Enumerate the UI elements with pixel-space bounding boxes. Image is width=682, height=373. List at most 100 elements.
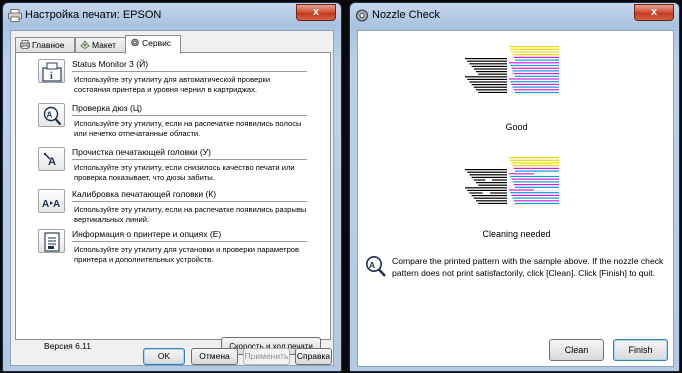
color-nozzle-line — [509, 189, 534, 191]
black-nozzle-line — [465, 58, 507, 60]
dialog-client-area: Главное Макет Сервис i Status Monitor 3 … — [10, 30, 334, 366]
black-nozzle-line — [473, 68, 507, 70]
color-nozzle-line — [512, 165, 559, 167]
layout-icon — [80, 40, 90, 49]
driver-version: Версия 6.11 — [44, 341, 91, 351]
tab-service[interactable]: Сервис — [125, 35, 181, 54]
color-nozzle-line — [509, 62, 559, 64]
color-nozzle-line — [513, 56, 559, 58]
color-nozzle-line — [512, 197, 559, 199]
black-nozzle-line — [465, 187, 507, 189]
head-cleaning-button[interactable]: A — [38, 147, 65, 171]
color-nozzle-line — [512, 181, 559, 183]
instruction-text: Compare the printed pattern with the sam… — [392, 256, 664, 278]
black-nozzle-line — [469, 192, 483, 194]
window-title: Nozzle Check — [372, 9, 440, 21]
tab-main-label: Главное — [32, 40, 65, 50]
black-nozzle-line — [473, 86, 507, 88]
close-icon: x — [650, 6, 658, 18]
black-nozzle-line — [473, 197, 507, 199]
status-monitor-button[interactable]: i — [38, 59, 65, 83]
printer-info-button[interactable] — [38, 229, 65, 253]
color-nozzle-line — [510, 159, 559, 161]
utility-head-alignment: Калибровка печатающей головки (К) Исполь… — [72, 189, 307, 225]
utility-nozzle-check: Проверка дюз (Ц) Используйте эту утилиту… — [72, 103, 307, 139]
nozzle-check-icon — [356, 9, 368, 22]
black-nozzle-line — [473, 179, 486, 181]
black-nozzle-line — [476, 71, 507, 73]
color-nozzle-line — [512, 70, 559, 72]
black-nozzle-line — [467, 78, 507, 80]
utility-description: Используйте эту утилиту, если на распеча… — [74, 205, 307, 224]
black-nozzle-line — [465, 76, 507, 78]
title-bar[interactable]: Nozzle Check x — [350, 3, 679, 29]
printer-info-icon — [44, 232, 60, 252]
utility-title: Status Monitor 3 (Й) — [72, 59, 307, 72]
svg-text:i: i — [50, 71, 53, 82]
help-button[interactable]: Справка — [295, 348, 332, 365]
black-nozzle-line — [492, 179, 507, 181]
svg-text:A: A — [369, 260, 375, 270]
nozzle-check-window: Nozzle Check x Good Cleaning needed A Co… — [349, 2, 680, 372]
nozzle-check-button[interactable]: A — [38, 103, 65, 127]
color-nozzle-line — [511, 67, 559, 69]
apply-button[interactable]: Применить — [243, 348, 290, 365]
color-nozzle-line — [510, 64, 559, 67]
nozzle-check-client-area: Good Cleaning needed A Compare the print… — [357, 30, 674, 367]
black-nozzle-line — [478, 91, 507, 93]
color-nozzle-line — [509, 157, 559, 159]
black-nozzle-line — [469, 63, 507, 65]
title-bar[interactable]: Настройка печати: EPSON x — [3, 3, 341, 29]
service-icon — [131, 38, 139, 47]
color-nozzle-line — [511, 162, 559, 164]
window-title: Настройка печати: EPSON — [25, 9, 162, 21]
color-nozzle-line — [511, 178, 559, 180]
utility-description: Используйте эту утилиту, если снизилось … — [74, 163, 295, 182]
black-nozzle-line — [467, 60, 507, 62]
tab-layout-label: Макет — [92, 40, 117, 50]
cleaning-needed-pattern-sample — [465, 157, 559, 205]
cancel-button[interactable]: Отмена — [191, 348, 238, 365]
color-nozzle-line — [513, 200, 559, 202]
tab-layout[interactable]: Макет — [75, 37, 126, 53]
color-nozzle-line — [515, 186, 559, 188]
close-button[interactable]: x — [296, 4, 336, 21]
color-nozzle-line — [515, 75, 559, 77]
clean-button[interactable]: Clean — [549, 339, 604, 361]
tab-service-label: Сервис — [142, 38, 172, 48]
close-icon: x — [312, 6, 320, 18]
good-pattern-sample — [465, 46, 559, 94]
black-nozzle-line — [467, 189, 507, 191]
head-alignment-button[interactable]: A A — [38, 189, 65, 213]
finish-button[interactable]: Finish — [613, 339, 668, 361]
black-nozzle-line — [471, 84, 507, 86]
tab-main[interactable]: Главное — [15, 37, 75, 53]
color-nozzle-line — [509, 78, 559, 80]
color-nozzle-line — [509, 46, 559, 48]
head-cleaning-icon: A — [43, 152, 56, 168]
color-nozzle-line — [511, 83, 559, 85]
black-nozzle-line — [471, 65, 507, 67]
print-settings-window: Настройка печати: EPSON x Главное Макет … — [2, 2, 342, 372]
black-nozzle-line — [476, 89, 507, 91]
black-nozzle-line — [467, 171, 507, 173]
ok-button[interactable]: OK — [143, 348, 185, 365]
black-nozzle-line — [476, 200, 507, 202]
utility-description: Используйте эту утилиту, если на распеча… — [74, 119, 302, 138]
black-nozzle-line — [478, 184, 507, 186]
black-nozzle-line — [476, 182, 507, 184]
color-nozzle-line — [510, 192, 559, 194]
printer-main-icon — [20, 40, 30, 49]
color-nozzle-line — [510, 81, 559, 83]
printer-icon — [8, 9, 22, 22]
utility-description: Используйте эту утилиту для установки и … — [74, 245, 300, 264]
utility-title: Информация о принтере и опциях (Е) — [72, 229, 307, 242]
black-nozzle-line — [469, 81, 507, 83]
utility-status-monitor: Status Monitor 3 (Й) Используйте эту ути… — [72, 59, 307, 95]
black-nozzle-line — [469, 174, 507, 176]
utility-title: Проверка дюз (Ц) — [72, 103, 307, 116]
utility-title: Калибровка печатающей головки (К) — [72, 189, 307, 202]
close-button[interactable]: x — [634, 4, 674, 21]
svg-text:A: A — [47, 111, 53, 120]
color-nozzle-line — [515, 202, 559, 205]
